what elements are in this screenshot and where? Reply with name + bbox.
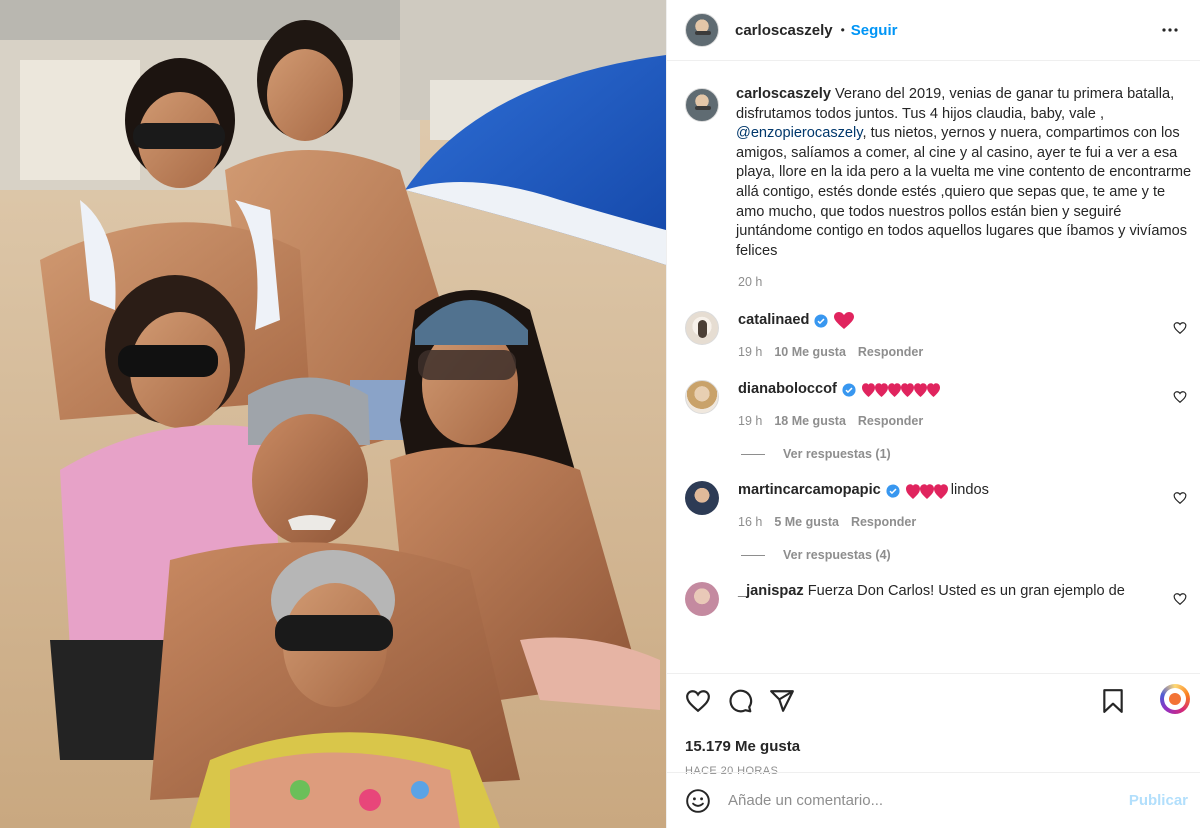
- emoji-smile-icon[interactable]: [685, 788, 711, 814]
- comment-item: catalinaed 19 h 10 Me gusta Responder: [685, 311, 1200, 359]
- commenter-username[interactable]: catalinaed: [738, 311, 809, 330]
- heart-emoji-group: [905, 482, 950, 500]
- replies-divider: [741, 554, 765, 556]
- view-replies-button[interactable]: Ver respuestas (4): [741, 548, 1200, 562]
- story-ring-icon[interactable]: [1160, 684, 1190, 714]
- comments-list[interactable]: carloscaszely Verano del 2019, venias de…: [667, 61, 1200, 673]
- commenter-avatar[interactable]: [685, 311, 719, 346]
- post-actions: 15.179 Me gusta HACE 20 HORAS Publicar: [667, 673, 1200, 828]
- likes-count[interactable]: 15.179 Me gusta: [685, 738, 1200, 755]
- verified-badge-icon: [886, 484, 900, 498]
- comment-likes[interactable]: 18 Me gusta: [774, 414, 846, 428]
- heart-emoji-group: [861, 381, 942, 399]
- comment-item: _janispaz Fuerza Don Carlos! Usted es un…: [685, 582, 1200, 617]
- comment-likes[interactable]: 10 Me gusta: [774, 345, 846, 359]
- heart-emoji-group: [834, 311, 855, 330]
- post-header: carloscaszely • Seguir: [667, 0, 1200, 61]
- publish-button[interactable]: Publicar: [1129, 792, 1188, 809]
- red-heart-emoji: [905, 484, 948, 499]
- caption: carloscaszely Verano del 2019, venias de…: [685, 85, 1200, 261]
- red-heart-emoji: [861, 383, 940, 397]
- commenter-username[interactable]: _janispaz: [738, 582, 804, 601]
- verified-badge-icon: [842, 383, 856, 397]
- follow-button[interactable]: Seguir: [851, 22, 898, 39]
- verified-badge-icon: [814, 314, 828, 328]
- comment-time[interactable]: 19 h: [738, 345, 762, 359]
- separator-dot: •: [840, 23, 845, 37]
- comment-text: Fuerza Don Carlos! Usted es un gran ejem…: [807, 583, 1125, 600]
- beach-family-photo: [0, 0, 666, 828]
- caption-avatar[interactable]: [685, 88, 719, 122]
- comment-time[interactable]: 19 h: [738, 414, 762, 428]
- reply-button[interactable]: Responder: [858, 414, 923, 428]
- red-heart-emoji: [834, 311, 855, 329]
- author-username[interactable]: carloscaszely: [735, 22, 833, 39]
- more-dots-icon[interactable]: [1158, 18, 1182, 42]
- author-avatar[interactable]: [685, 13, 719, 47]
- comment-item: martincarcamopapic lindos 16 h 5 Me gust…: [685, 481, 1200, 529]
- instagram-post-modal: carloscaszely • Seguir carloscaszely Ver…: [0, 0, 1200, 828]
- post-details-panel: carloscaszely • Seguir carloscaszely Ver…: [666, 0, 1200, 828]
- commenter-username[interactable]: martincarcamopapic: [738, 481, 881, 500]
- comment-bubble-icon[interactable]: [727, 688, 753, 714]
- view-replies-label[interactable]: Ver respuestas (1): [783, 447, 891, 461]
- comment-meta: 19 h 18 Me gusta Responder: [738, 414, 1200, 428]
- comment-text: lindos: [950, 482, 989, 499]
- reply-button[interactable]: Responder: [858, 345, 923, 359]
- comment-item: dianaboloccof 19 h 18 Me gusta Responder: [685, 380, 1200, 428]
- comment-input[interactable]: [728, 792, 1121, 809]
- caption-text: carloscaszely Verano del 2019, venias de…: [736, 85, 1196, 261]
- comment-time[interactable]: 16 h: [738, 515, 762, 529]
- caption-time[interactable]: 20 h: [738, 275, 1200, 289]
- add-comment-bar: Publicar: [667, 772, 1200, 828]
- bookmark-icon[interactable]: [1100, 688, 1126, 714]
- commenter-avatar[interactable]: [685, 481, 719, 516]
- heart-outline-icon[interactable]: [1173, 491, 1187, 505]
- paper-plane-icon[interactable]: [769, 688, 795, 714]
- replies-divider: [741, 453, 765, 455]
- reply-button[interactable]: Responder: [851, 515, 916, 529]
- heart-outline-icon[interactable]: [1173, 321, 1187, 335]
- comment-meta: 19 h 10 Me gusta Responder: [738, 345, 1200, 359]
- comment-likes[interactable]: 5 Me gusta: [774, 515, 839, 529]
- caption-text-after: , tus nietos, yernos y nuera, compartimo…: [736, 125, 1192, 259]
- view-replies-label[interactable]: Ver respuestas (4): [783, 548, 891, 562]
- caption-mention[interactable]: @enzopierocaszely: [736, 125, 863, 141]
- heart-outline-icon[interactable]: [1173, 592, 1187, 606]
- heart-outline-icon[interactable]: [1173, 390, 1187, 404]
- view-replies-button[interactable]: Ver respuestas (1): [741, 447, 1200, 461]
- commenter-avatar[interactable]: [685, 582, 719, 617]
- heart-outline-icon[interactable]: [685, 688, 711, 714]
- post-photo[interactable]: [0, 0, 666, 828]
- commenter-username[interactable]: dianaboloccof: [738, 380, 837, 399]
- commenter-avatar[interactable]: [685, 380, 719, 415]
- caption-username[interactable]: carloscaszely: [736, 86, 831, 102]
- comment-meta: 16 h 5 Me gusta Responder: [738, 515, 1200, 529]
